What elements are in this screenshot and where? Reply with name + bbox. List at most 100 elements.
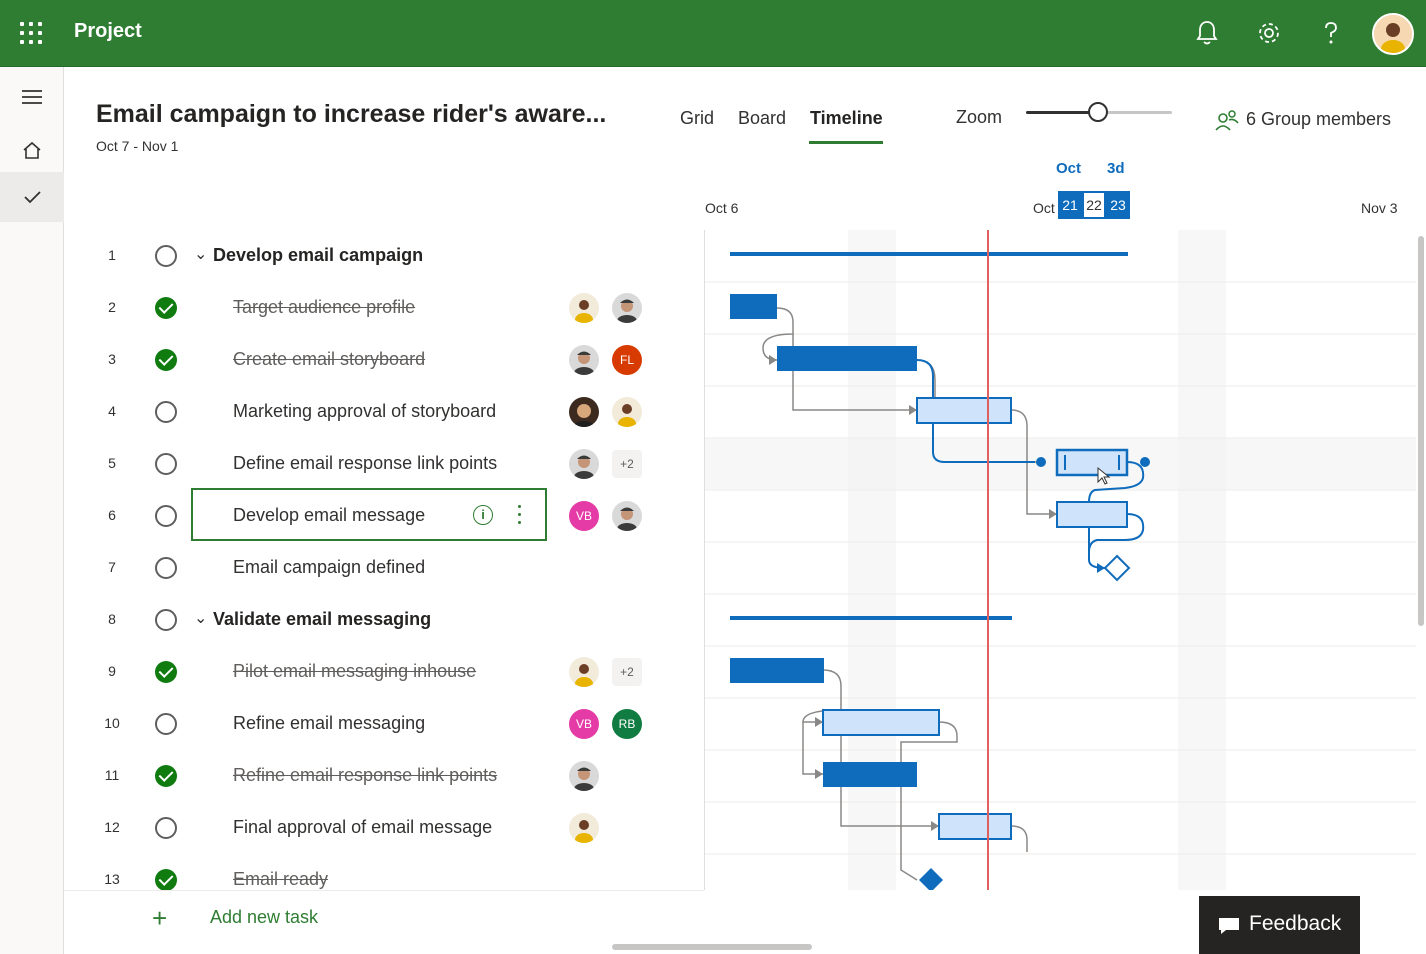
task-name[interactable]: Pilot email messaging inhouse (233, 661, 476, 682)
complete-checkbox[interactable] (155, 505, 177, 527)
app-title[interactable]: Project (74, 20, 142, 43)
task-name[interactable]: Marketing approval of storyboard (233, 401, 496, 422)
table-row[interactable]: 2 Target audience profile (64, 282, 704, 334)
tab-grid[interactable]: Grid (680, 108, 714, 129)
chevron-down-icon[interactable]: ⌄ (194, 244, 207, 264)
timeline-day-23[interactable]: 23 (1106, 191, 1130, 219)
task-name[interactable]: Email ready (233, 869, 328, 890)
plan-title[interactable]: Email campaign to increase rider's aware… (96, 100, 606, 129)
check-icon[interactable] (0, 172, 64, 222)
task-grid: 1 ⌄ Develop email campaign 2 Target audi… (64, 230, 704, 890)
complete-checkbox[interactable] (155, 557, 177, 579)
avatar[interactable]: VB (569, 709, 599, 739)
bell-icon[interactable] (1193, 18, 1221, 48)
task-name[interactable]: Refine email response link points (233, 765, 497, 786)
complete-checkbox[interactable] (155, 245, 177, 267)
table-row[interactable]: 13 Email ready (64, 854, 704, 890)
avatar[interactable] (569, 397, 599, 427)
table-row[interactable]: 9 Pilot email messaging inhouse +2 (64, 646, 704, 698)
timeline-month-label: Oct (1056, 160, 1082, 177)
complete-checkbox[interactable] (155, 765, 177, 787)
gear-icon[interactable] (1255, 18, 1283, 48)
avatar[interactable]: RB (612, 709, 642, 739)
task-name[interactable]: Final approval of email message (233, 817, 492, 838)
timeline-end-label: Nov 3 (1361, 200, 1398, 216)
timeline-day-22[interactable]: 22 (1082, 191, 1106, 219)
row-number: 7 (108, 559, 116, 575)
task-name[interactable]: Define email response link points (233, 453, 497, 474)
table-row[interactable]: 4 Marketing approval of storyboard (64, 386, 704, 438)
complete-checkbox[interactable] (155, 297, 177, 319)
table-row[interactable]: 7 Email campaign defined (64, 542, 704, 594)
complete-checkbox[interactable] (155, 349, 177, 371)
avatar[interactable] (612, 501, 642, 531)
avatar[interactable] (569, 449, 599, 479)
plus-icon: + (152, 903, 168, 933)
task-name[interactable]: Create email storyboard (233, 349, 425, 370)
bucket-name[interactable]: Develop email campaign (213, 245, 423, 266)
bucket-name[interactable]: Validate email messaging (213, 609, 431, 630)
add-task-label[interactable]: Add new task (210, 907, 318, 928)
more-options-icon[interactable] (516, 503, 524, 527)
table-row[interactable]: 5 Define email response link points +2 (64, 438, 704, 490)
more-assignees-badge[interactable]: +2 (612, 658, 642, 686)
add-task-row[interactable]: + Add new task (64, 890, 704, 944)
group-members-label: 6 Group members (1246, 109, 1392, 129)
more-assignees-badge[interactable]: +2 (612, 450, 642, 478)
chevron-down-icon[interactable]: ⌄ (194, 608, 207, 628)
avatar[interactable] (569, 293, 599, 323)
horizontal-scrollbar[interactable] (612, 944, 812, 950)
timeline-range-label: 3d (1107, 160, 1125, 177)
row-number: 1 (108, 247, 116, 263)
info-icon[interactable]: i (473, 505, 493, 525)
row-number: 4 (108, 403, 116, 419)
plan-dates: Oct 7 - Nov 1 (96, 138, 179, 154)
complete-checkbox[interactable] (155, 609, 177, 631)
vertical-scrollbar[interactable] (1418, 236, 1424, 626)
table-row[interactable]: 1 ⌄ Develop email campaign (64, 230, 704, 282)
table-row[interactable]: 8 ⌄ Validate email messaging (64, 594, 704, 646)
active-tab-indicator (809, 141, 883, 144)
zoom-slider-thumb[interactable] (1088, 102, 1108, 122)
row-number: 13 (104, 871, 120, 887)
feedback-button[interactable]: Feedback (1199, 896, 1360, 954)
row-number: 8 (108, 611, 116, 627)
app-header: Project (0, 0, 1426, 67)
avatar[interactable]: FL (612, 345, 642, 375)
row-number: 6 (108, 507, 116, 523)
complete-checkbox[interactable] (155, 817, 177, 839)
help-icon[interactable] (1317, 18, 1345, 48)
timeline-canvas (705, 230, 1416, 890)
tab-board[interactable]: Board (738, 108, 786, 129)
timeline-day-21[interactable]: 21 (1058, 191, 1082, 219)
table-row[interactable]: 10 Refine email messaging VB RB (64, 698, 704, 750)
avatar[interactable] (569, 345, 599, 375)
complete-checkbox[interactable] (155, 869, 177, 890)
tab-timeline[interactable]: Timeline (810, 108, 883, 129)
timeline-start-label: Oct 6 (705, 200, 739, 216)
row-number: 10 (104, 715, 120, 731)
avatar[interactable] (569, 657, 599, 687)
table-row[interactable]: 12 Final approval of email message (64, 802, 704, 854)
avatar[interactable] (612, 397, 642, 427)
home-icon[interactable] (0, 125, 64, 175)
selected-row-outline (191, 488, 547, 541)
user-avatar[interactable] (1372, 13, 1414, 55)
task-name[interactable]: Email campaign defined (233, 557, 425, 578)
task-name[interactable]: Refine email messaging (233, 713, 425, 734)
table-row[interactable]: 3 Create email storyboard FL (64, 334, 704, 386)
complete-checkbox[interactable] (155, 401, 177, 423)
complete-checkbox[interactable] (155, 453, 177, 475)
avatar[interactable] (569, 813, 599, 843)
waffle-icon[interactable] (20, 22, 42, 44)
task-name[interactable]: Target audience profile (233, 297, 415, 318)
row-number: 2 (108, 299, 116, 315)
complete-checkbox[interactable] (155, 661, 177, 683)
complete-checkbox[interactable] (155, 713, 177, 735)
zoom-label: Zoom (956, 107, 1003, 127)
avatar[interactable] (569, 761, 599, 791)
menu-icon[interactable] (0, 71, 64, 121)
avatar[interactable] (612, 293, 642, 323)
avatar[interactable]: VB (569, 501, 599, 531)
table-row[interactable]: 11 Refine email response link points (64, 750, 704, 802)
